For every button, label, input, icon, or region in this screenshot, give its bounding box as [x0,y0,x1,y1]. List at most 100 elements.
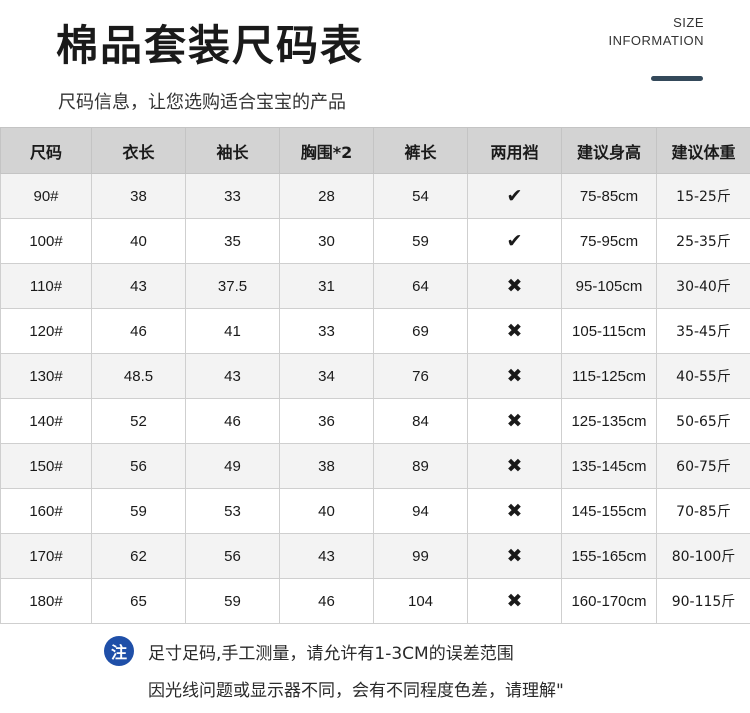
size-information-label: SIZE INFORMATION [608,14,704,50]
table-cell: 53 [185,488,280,534]
table-cell: 180# [0,578,92,624]
accent-bar [651,76,703,81]
column-header: 建议体重 [656,127,750,174]
table-cell: 54 [373,173,468,219]
table-cell: 69 [373,308,468,354]
table-cell: 46 [185,398,280,444]
table-cell: 34 [279,353,374,399]
table-cell: 100# [0,218,92,264]
note-text-1: 足寸足码,手工测量，请允许有1-3CM的误差范围 [148,643,514,664]
table-cell: 46 [91,308,186,354]
size-table: 尺码 衣长 袖长 胸围*2 裤长 两用裆 建议身高 建议体重 90# 38 33 28 54 ✔ 75-8… [0,127,750,624]
table-cell: 37.5 [185,263,280,309]
table-cell: 30 [279,218,374,264]
table-row: 150# 56 49 38 89 ✖ 135-145cm 60-75斤 [0,443,750,489]
table-cell: 40-55斤 [656,353,750,399]
dual-crotch-mark: ✔ [467,218,562,264]
column-header: 建议身高 [561,127,657,174]
table-cell: 28 [279,173,374,219]
dual-crotch-mark: ✖ [467,353,562,399]
dual-crotch-mark: ✖ [467,443,562,489]
table-cell: 150# [0,443,92,489]
note-text-2: 因光线问题或显示器不同，会有不同程度色差，请理解" [148,681,564,701]
table-cell: 59 [185,578,280,624]
table-cell: 43 [91,263,186,309]
table-row: 110# 43 37.5 31 64 ✖ 95-105cm 30-40斤 [0,263,750,309]
size-info-line2: INFORMATION [608,33,704,48]
table-header: 尺码 衣长 袖长 胸围*2 裤长 两用裆 建议身高 建议体重 [0,127,750,174]
table-cell: 80-100斤 [656,533,750,579]
table-cell: 35 [185,218,280,264]
table-cell: 33 [279,308,374,354]
table-cell: 38 [91,173,186,219]
note-line-1: 注 足寸足码,手工测量，请允许有1-3CM的误差范围 [104,636,514,666]
table-cell: 46 [279,578,374,624]
table-cell: 48.5 [91,353,186,399]
table-cell: 60-75斤 [656,443,750,489]
table-cell: 38 [279,443,374,489]
table-cell: 31 [279,263,374,309]
size-info-line1: SIZE [673,15,704,30]
column-header: 袖长 [185,127,280,174]
table-cell: 59 [373,218,468,264]
table-cell: 56 [91,443,186,489]
table-cell: 130# [0,353,92,399]
column-header: 衣长 [91,127,186,174]
column-header: 胸围*2 [279,127,374,174]
table-cell: 104 [373,578,468,624]
table-cell: 30-40斤 [656,263,750,309]
table-cell: 75-95cm [561,218,657,264]
table-cell: 43 [279,533,374,579]
note-icon: 注 [104,636,134,666]
table-body: 90# 38 33 28 54 ✔ 75-85cm 15-25斤 100# 40 35 30 59 ✔ 75… [0,173,750,624]
column-header: 尺码 [0,127,92,174]
table-cell: 135-145cm [561,443,657,489]
dual-crotch-mark: ✖ [467,488,562,534]
table-cell: 64 [373,263,468,309]
table-cell: 76 [373,353,468,399]
page-subtitle: 尺码信息，让您选购适合宝宝的产品 [58,92,346,113]
table-cell: 110# [0,263,92,309]
table-cell: 160-170cm [561,578,657,624]
table-cell: 89 [373,443,468,489]
table-cell: 15-25斤 [656,173,750,219]
table-cell: 25-35斤 [656,218,750,264]
table-row: 90# 38 33 28 54 ✔ 75-85cm 15-25斤 [0,173,750,219]
table-cell: 43 [185,353,280,399]
table-row: 120# 46 41 33 69 ✖ 105-115cm 35-45斤 [0,308,750,354]
table-cell: 155-165cm [561,533,657,579]
column-header: 裤长 [373,127,468,174]
table-row: 180# 65 59 46 104 ✖ 160-170cm 90-115斤 [0,578,750,624]
table-cell: 35-45斤 [656,308,750,354]
page-title: 棉品套装尺码表 [56,21,365,70]
table-cell: 59 [91,488,186,534]
header-row: 尺码 衣长 袖长 胸围*2 裤长 两用裆 建议身高 建议体重 [0,127,750,174]
dual-crotch-mark: ✖ [467,308,562,354]
table-cell: 56 [185,533,280,579]
table-cell: 36 [279,398,374,444]
table-row: 170# 62 56 43 99 ✖ 155-165cm 80-100斤 [0,533,750,579]
table-cell: 115-125cm [561,353,657,399]
table-cell: 160# [0,488,92,534]
table-cell: 70-85斤 [656,488,750,534]
table-cell: 95-105cm [561,263,657,309]
table-cell: 105-115cm [561,308,657,354]
table-cell: 84 [373,398,468,444]
table-cell: 90# [0,173,92,219]
dual-crotch-mark: ✖ [467,398,562,444]
table-cell: 62 [91,533,186,579]
table-row: 130# 48.5 43 34 76 ✖ 115-125cm 40-55斤 [0,353,750,399]
table-cell: 145-155cm [561,488,657,534]
table-cell: 94 [373,488,468,534]
table-cell: 40 [91,218,186,264]
table-cell: 90-115斤 [656,578,750,624]
table-cell: 120# [0,308,92,354]
dual-crotch-mark: ✖ [467,263,562,309]
table-row: 100# 40 35 30 59 ✔ 75-95cm 25-35斤 [0,218,750,264]
table-cell: 49 [185,443,280,489]
table-cell: 33 [185,173,280,219]
dual-crotch-mark: ✔ [467,173,562,219]
table-row: 160# 59 53 40 94 ✖ 145-155cm 70-85斤 [0,488,750,534]
table-cell: 99 [373,533,468,579]
table-cell: 75-85cm [561,173,657,219]
